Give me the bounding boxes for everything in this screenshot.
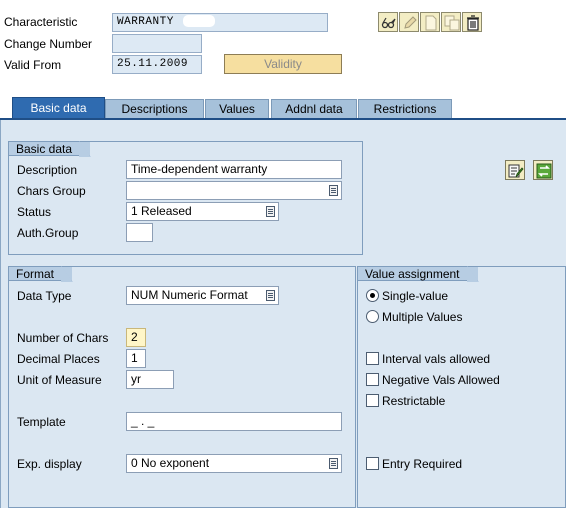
delete-button[interactable] [462,12,482,32]
cursor-highlight [182,15,215,28]
valid-from-label: Valid From [4,58,62,72]
validity-button[interactable]: Validity [224,54,342,74]
transfer-button[interactable] [533,160,553,180]
decimal-places-field[interactable]: 1 [126,349,146,368]
multiple-values-radio[interactable] [366,310,379,323]
edit-button[interactable] [399,12,419,32]
num-chars-field[interactable]: 2 [126,328,146,347]
status-value: 1 Released [131,204,192,218]
tab-addnl-data[interactable]: Addnl data [271,99,357,119]
interval-vals-label: Interval vals allowed [382,352,491,366]
single-value-label: Single-value [382,289,449,303]
unit-label: Unit of Measure [17,373,102,387]
create-button[interactable] [420,12,440,32]
tab-basic-data[interactable]: Basic data [12,97,105,119]
entry-required-checkbox[interactable] [366,457,379,470]
description-label: Description [17,163,78,177]
exp-display-value: 0 No exponent [131,456,210,470]
template-field[interactable]: _ . _ [126,412,342,431]
tab-strip: Basic data Descriptions Values Addnl dat… [0,97,566,119]
tab-restrictions[interactable]: Restrictions [358,99,452,119]
interval-vals-checkbox[interactable] [366,352,379,365]
create-icon [425,15,437,31]
status-field[interactable]: 1 Released [126,202,279,221]
auth-group-label: Auth.Group [17,226,79,240]
data-type-field[interactable]: NUM Numeric Format [126,286,279,305]
characteristic-field[interactable]: WARRANTY [112,13,328,32]
tab-descriptions[interactable]: Descriptions [105,99,204,119]
long-text-button[interactable] [505,160,525,180]
data-type-label: Data Type [17,289,72,303]
change-number-field[interactable] [112,34,202,53]
characteristic-value: WARRANTY [117,16,174,28]
auth-group-field[interactable] [126,223,153,242]
value-help-icon[interactable] [266,290,275,301]
entry-required-label: Entry Required [382,457,463,471]
copy-icon [444,15,460,31]
negative-vals-label: Negative Vals Allowed [382,373,500,387]
description-field[interactable]: Time-dependent warranty [126,160,342,179]
status-label: Status [17,205,52,219]
value-assignment-title: Value assignment [357,266,478,282]
value-help-icon[interactable] [329,458,338,469]
display-change-button[interactable] [378,12,398,32]
change-number-label: Change Number [4,37,93,51]
transfer-icon [536,163,552,179]
exp-display-label: Exp. display [17,457,82,471]
edit-icon [404,16,417,29]
single-value-radio[interactable] [366,289,379,302]
chars-group-field[interactable] [126,181,342,200]
value-help-icon[interactable] [266,206,275,217]
copy-button[interactable] [441,12,461,32]
restrictable-checkbox[interactable] [366,394,379,407]
restrictable-label: Restrictable [382,394,446,408]
exp-display-field[interactable]: 0 No exponent [126,454,342,473]
template-label: Template [17,415,66,429]
characteristic-label: Characteristic [4,15,78,29]
decimal-places-label: Decimal Places [17,352,100,366]
value-help-icon[interactable] [329,185,338,196]
data-type-value: NUM Numeric Format [131,288,248,302]
tab-values[interactable]: Values [205,99,269,119]
long-text-icon [508,164,524,178]
format-title: Format [8,266,74,282]
display-change-icon [381,17,396,29]
valid-from-field[interactable]: 25.11.2009 [112,55,202,74]
chars-group-label: Chars Group [17,184,86,198]
negative-vals-checkbox[interactable] [366,373,379,386]
unit-field[interactable]: yr [126,370,174,389]
num-chars-label: Number of Chars [17,331,109,345]
basic-data-title: Basic data [8,141,92,157]
multiple-values-label: Multiple Values [382,310,463,324]
delete-icon [467,15,479,31]
